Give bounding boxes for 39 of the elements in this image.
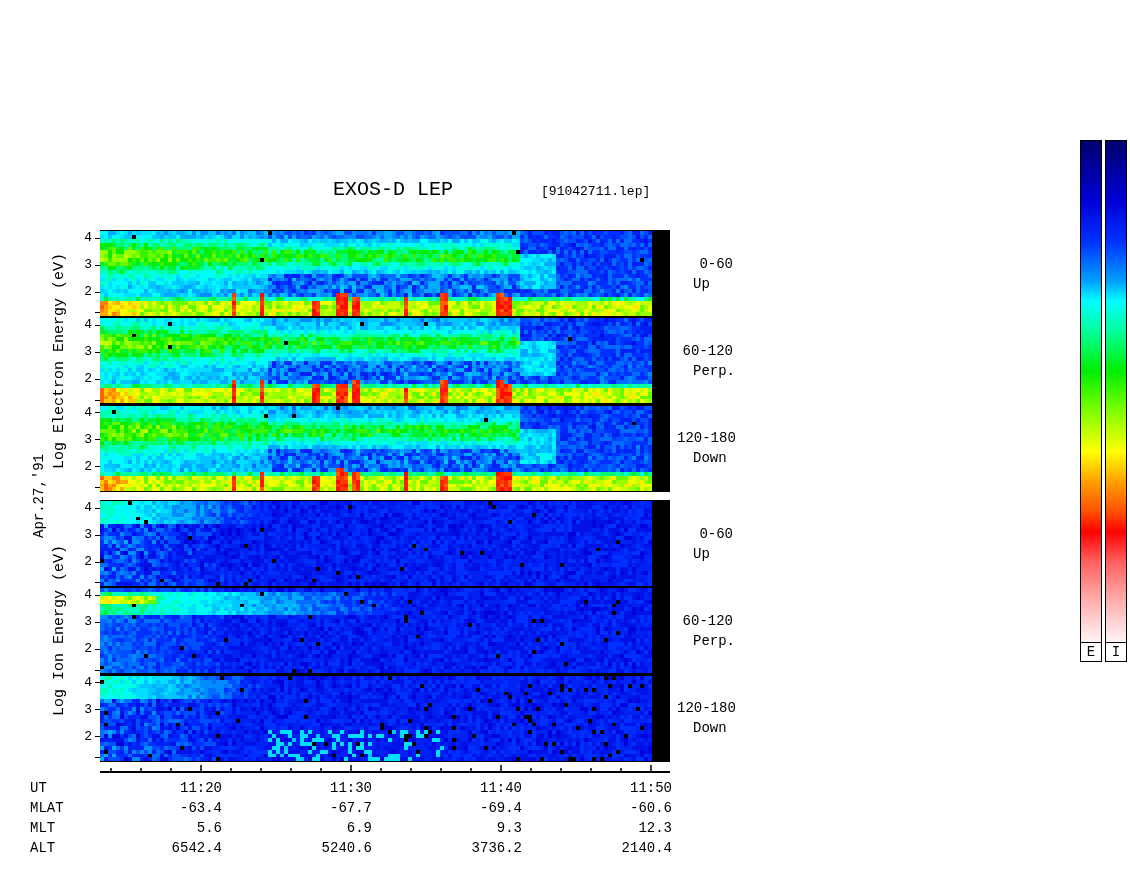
- direction-label: Perp.: [692, 362, 736, 381]
- direction-label: Up: [692, 274, 711, 294]
- axis-label: Log Electron Energy (eV): [52, 252, 68, 469]
- row-label: MLAT: [30, 799, 65, 818]
- axis-value: 9.3: [495, 819, 522, 838]
- axis-value: 6542.4: [170, 839, 222, 858]
- axis-value: 3736.2: [470, 839, 522, 858]
- axis-value: -67.7: [329, 799, 372, 818]
- scale-label: E: [1080, 643, 1102, 662]
- direction-label: Down: [692, 449, 728, 469]
- row-label: UT: [30, 779, 48, 798]
- axis-value: 12.3: [637, 819, 672, 838]
- axis-value: 5240.6: [320, 839, 372, 858]
- direction-label: Down: [692, 719, 728, 739]
- angle-label: 120-180: [677, 429, 733, 449]
- row-label: ALT: [30, 839, 57, 858]
- axis-value: 6.9: [345, 819, 372, 838]
- plot-title: EXOS-D LEP: [333, 178, 454, 202]
- scale-label: I: [1105, 643, 1127, 662]
- angle-label: 0-60: [698, 254, 733, 274]
- date-label: Apr.27,'91: [31, 454, 47, 538]
- angle-label: 60-120: [681, 342, 733, 361]
- axis-value: 2140.4: [620, 839, 672, 858]
- axis-value: 11:40: [479, 779, 522, 798]
- axis-label: Log Ion Energy (eV): [52, 545, 68, 717]
- axis-value: 11:50: [629, 779, 672, 798]
- file-name: [91042711.lep]: [541, 184, 651, 200]
- axis-value: -69.4: [479, 799, 522, 818]
- axis-value: 11:30: [329, 779, 372, 798]
- angle-label: 0-60: [698, 524, 733, 544]
- axis-value: 5.6: [195, 819, 222, 838]
- axis-value: 11:20: [179, 779, 222, 798]
- axis-value: -63.4: [179, 799, 222, 818]
- direction-label: Perp.: [692, 632, 736, 651]
- axis-value: -60.6: [629, 799, 672, 818]
- direction-label: Up: [692, 544, 711, 564]
- row-label: MLT: [30, 819, 57, 838]
- angle-label: 60-120: [681, 612, 733, 631]
- angle-label: 120-180: [677, 699, 733, 719]
